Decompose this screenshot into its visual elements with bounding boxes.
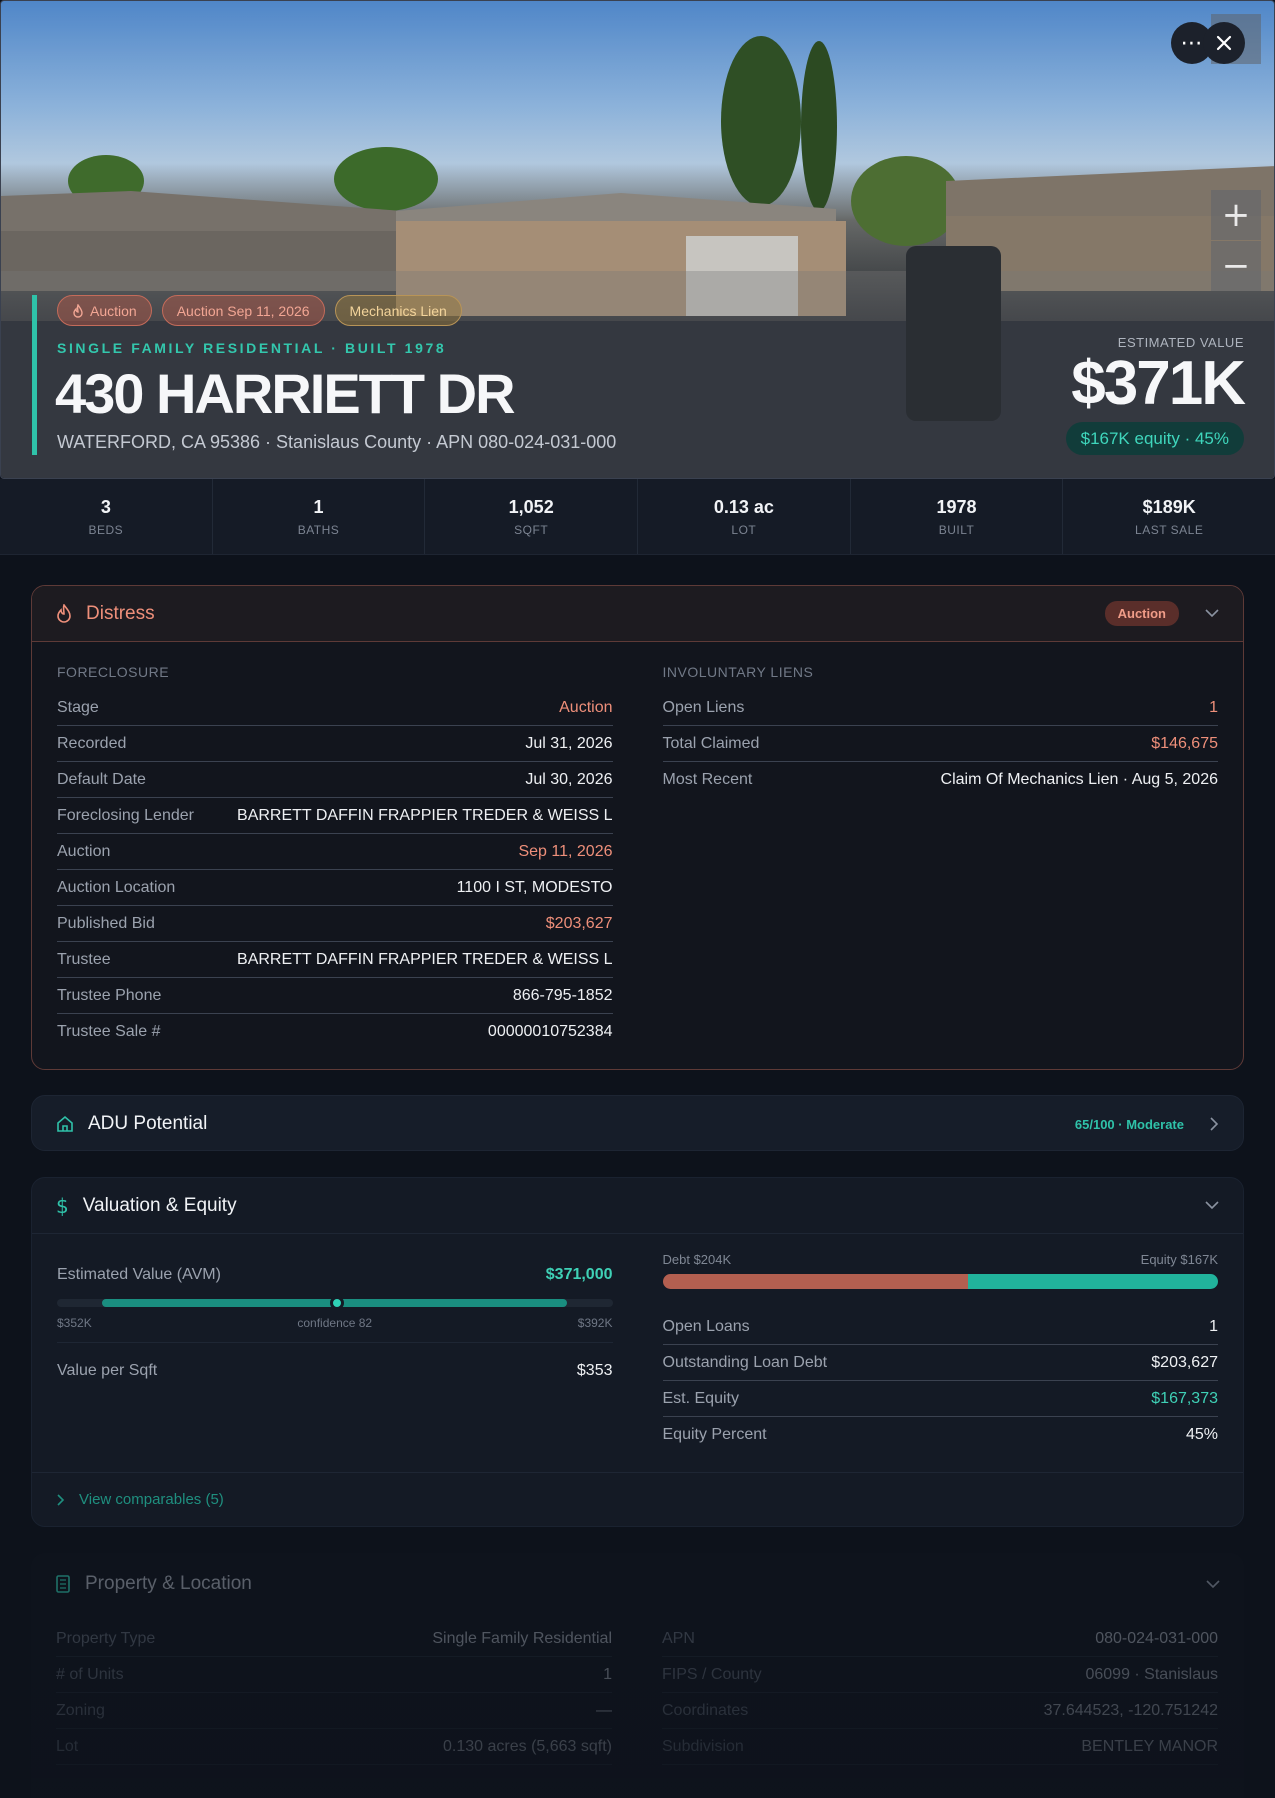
detail-row: Lot 0.130 acres (5,663 sqft) [56, 1729, 612, 1765]
detail-row: Trustee Sale #00000010752384 [57, 1023, 613, 1040]
avm-marker [330, 1296, 344, 1310]
house-icon [57, 1115, 73, 1132]
valuation-header[interactable]: $ Valuation & Equity [32, 1178, 1243, 1234]
detail-row: Foreclosing Lender BARRETT DAFFIN FRAPPIE… [57, 798, 613, 834]
range-low: $352K [57, 1316, 92, 1330]
chevron-right-icon [57, 1493, 65, 1506]
adu-header: ADU Potential 65/100 · Moderate [32, 1096, 1243, 1150]
equity-segment [968, 1274, 1218, 1289]
more-icon: ⋯ [1180, 30, 1204, 56]
detail-row: Est. Equity $167,373 [662, 1381, 1218, 1417]
property-stats-bar: 3 BEDS 1 BATHS 1,052 SQFT 0.13 ac LOT 1978 BU… [0, 479, 1275, 555]
adu-score: 65/100 · Moderate [1074, 1116, 1184, 1132]
liens-section: INVOLUNTARY LIENS Open Liens 1 Total Clai… [662, 664, 1219, 1050]
range-labels: $352K confidence 82 $392K [57, 1316, 613, 1330]
detail-row: Property Type Single Family Residential [56, 1621, 612, 1657]
confidence-label: confidence 82 [297, 1316, 373, 1330]
view-comparables-link[interactable]: View comparables (5) [32, 1472, 1243, 1526]
detail-row: Published Bid $203,627 [57, 906, 613, 942]
flame-icon [57, 604, 71, 623]
detail-row: Open Loans 1 [662, 1309, 1218, 1345]
stat-sqft: 1,052 SQFT [425, 479, 639, 554]
confidence-range-track [57, 1296, 613, 1310]
detail-row: Outstanding Loan Debt $203,627 [662, 1345, 1218, 1381]
debt-equity-section: Debt $204K Equity $167K Open Loans 1 Outs… [662, 1252, 1219, 1453]
property-type-eyebrow: SINGLE FAMILY RESIDENTIAL · BUILT 1978 [57, 340, 447, 356]
foreclosure-label: FORECLOSURE [57, 664, 170, 680]
detail-row: Total Claimed $146,675 [662, 726, 1218, 762]
distress-header[interactable]: Distress Auction [32, 586, 1243, 642]
debt-label: Debt $204K [662, 1252, 732, 1267]
stat-last-sale: $189K LAST SALE [1135, 496, 1204, 537]
valuation-equity-card: $ Valuation & Equity Estimated Value (AV… [31, 1177, 1244, 1527]
auction-badge: Auction [57, 295, 152, 326]
chevron-right-icon [1210, 1117, 1219, 1131]
detail-row: Open Liens 1 [662, 690, 1218, 726]
stat-beds: 3 BEDS [0, 479, 213, 554]
close-icon [1216, 35, 1232, 51]
flame-icon [73, 303, 83, 318]
avm-section: Estimated Value (AVM) $371,000 $352K con… [57, 1260, 613, 1453]
detail-row: FIPS / County 06099 · Stanislaus [662, 1657, 1218, 1693]
status-badges: Auction Auction Sep 11, 2026 Mechanics L… [57, 295, 462, 326]
distress-title: Distress [86, 602, 155, 624]
zoom-out-button[interactable]: − [1211, 241, 1261, 291]
property-left-section: Property Type Single Family Residential #… [56, 1621, 612, 1765]
distress-status-badge: Auction [1104, 601, 1179, 626]
building-icon [56, 1575, 70, 1593]
detail-row: Most Recent Claim Of Mechanics Lien · Aug… [662, 771, 1219, 788]
mechanics-lien-badge: Mechanics Lien [334, 295, 462, 326]
auction-date-badge: Auction Sep 11, 2026 [161, 295, 325, 326]
detail-row: Stage Auction [57, 690, 613, 726]
property-title: Property & Location [85, 1573, 252, 1594]
property-location-card: Property & Location Property Type Single … [31, 1553, 1244, 1798]
debt-equity-labels: Debt $204K Equity $167K [663, 1252, 1219, 1274]
detail-row: # of Units 1 [56, 1657, 612, 1693]
estimated-value: $371K [1071, 349, 1246, 418]
range-high: $392K [577, 1316, 613, 1330]
equity-pill: $167K equity · 45% [1065, 422, 1244, 455]
avm-value: $371,000 [545, 1266, 613, 1283]
chevron-down-icon[interactable] [1206, 1579, 1220, 1589]
detail-row: Zoning — [56, 1693, 612, 1729]
detail-row: Trustee Phone 866-795-1852 [57, 978, 613, 1014]
detail-row: APN 080-024-031-000 [662, 1621, 1218, 1657]
valuation-title: Valuation & Equity [82, 1194, 237, 1216]
chevron-down-icon[interactable] [1205, 609, 1219, 618]
stat-lot: 0.13 ac LOT [638, 479, 851, 554]
adu-potential-card[interactable]: ADU Potential 65/100 · Moderate [31, 1095, 1244, 1151]
avm-row: Estimated Value (AVM) $371,000 [57, 1260, 613, 1290]
dollar-icon: $ [56, 1193, 69, 1218]
detail-row: Auction Sep 11, 2026 [57, 834, 613, 870]
detail-row: Recorded Jul 31, 2026 [57, 726, 613, 762]
property-address: 430 HARRIETT DR [55, 362, 516, 425]
detail-row: Auction Location 1100 I ST, MODESTO [57, 870, 613, 906]
detail-row: Default Date Jul 30, 2026 [57, 762, 613, 798]
property-sub-address: WATERFORD, CA 95386 · Stanislaus County … [57, 432, 617, 452]
detail-row: Equity Percent 45% [662, 1426, 1219, 1443]
adu-title: ADU Potential [88, 1113, 208, 1134]
debt-equity-bar [662, 1274, 1219, 1289]
equity-label: Equity $167K [1140, 1252, 1218, 1267]
distress-card: Distress Auction FORECLOSURE Stage Auctio… [31, 585, 1244, 1070]
avm-label: Estimated Value (AVM) [57, 1266, 221, 1283]
stat-baths: 1 BATHS [213, 479, 426, 554]
accent-bar [32, 295, 37, 455]
stat-built: 1978 BUILT [851, 479, 1064, 554]
property-right-section: APN 080-024-031-000 FIPS / County 06099 · … [662, 1621, 1218, 1765]
detail-row: Trustee BARRETT DAFFIN FRAPPIER TREDER & … [57, 942, 613, 978]
zoom-in-button[interactable]: + [1211, 190, 1261, 240]
detail-row: Subdivision BENTLEY MANOR [662, 1729, 1218, 1765]
close-button[interactable] [1203, 22, 1245, 64]
value-per-sqft-row: Value per Sqft $353 [57, 1362, 613, 1379]
hero-photo: ⋯ + − Auction Auction Sep 11, 2026 Mecha… [0, 0, 1275, 479]
minus-icon: − [1221, 246, 1251, 286]
liens-label: INVOLUNTARY LIENS [662, 664, 814, 680]
debt-segment [662, 1274, 969, 1289]
foreclosure-section: FORECLOSURE Stage Auction Recorded Jul 31,… [57, 664, 613, 1050]
plus-icon: + [1221, 195, 1251, 235]
detail-row: Coordinates 37.644523, -120.751242 [662, 1693, 1218, 1729]
property-header[interactable]: Property & Location [31, 1553, 1244, 1615]
chevron-down-icon[interactable] [1205, 1201, 1219, 1210]
